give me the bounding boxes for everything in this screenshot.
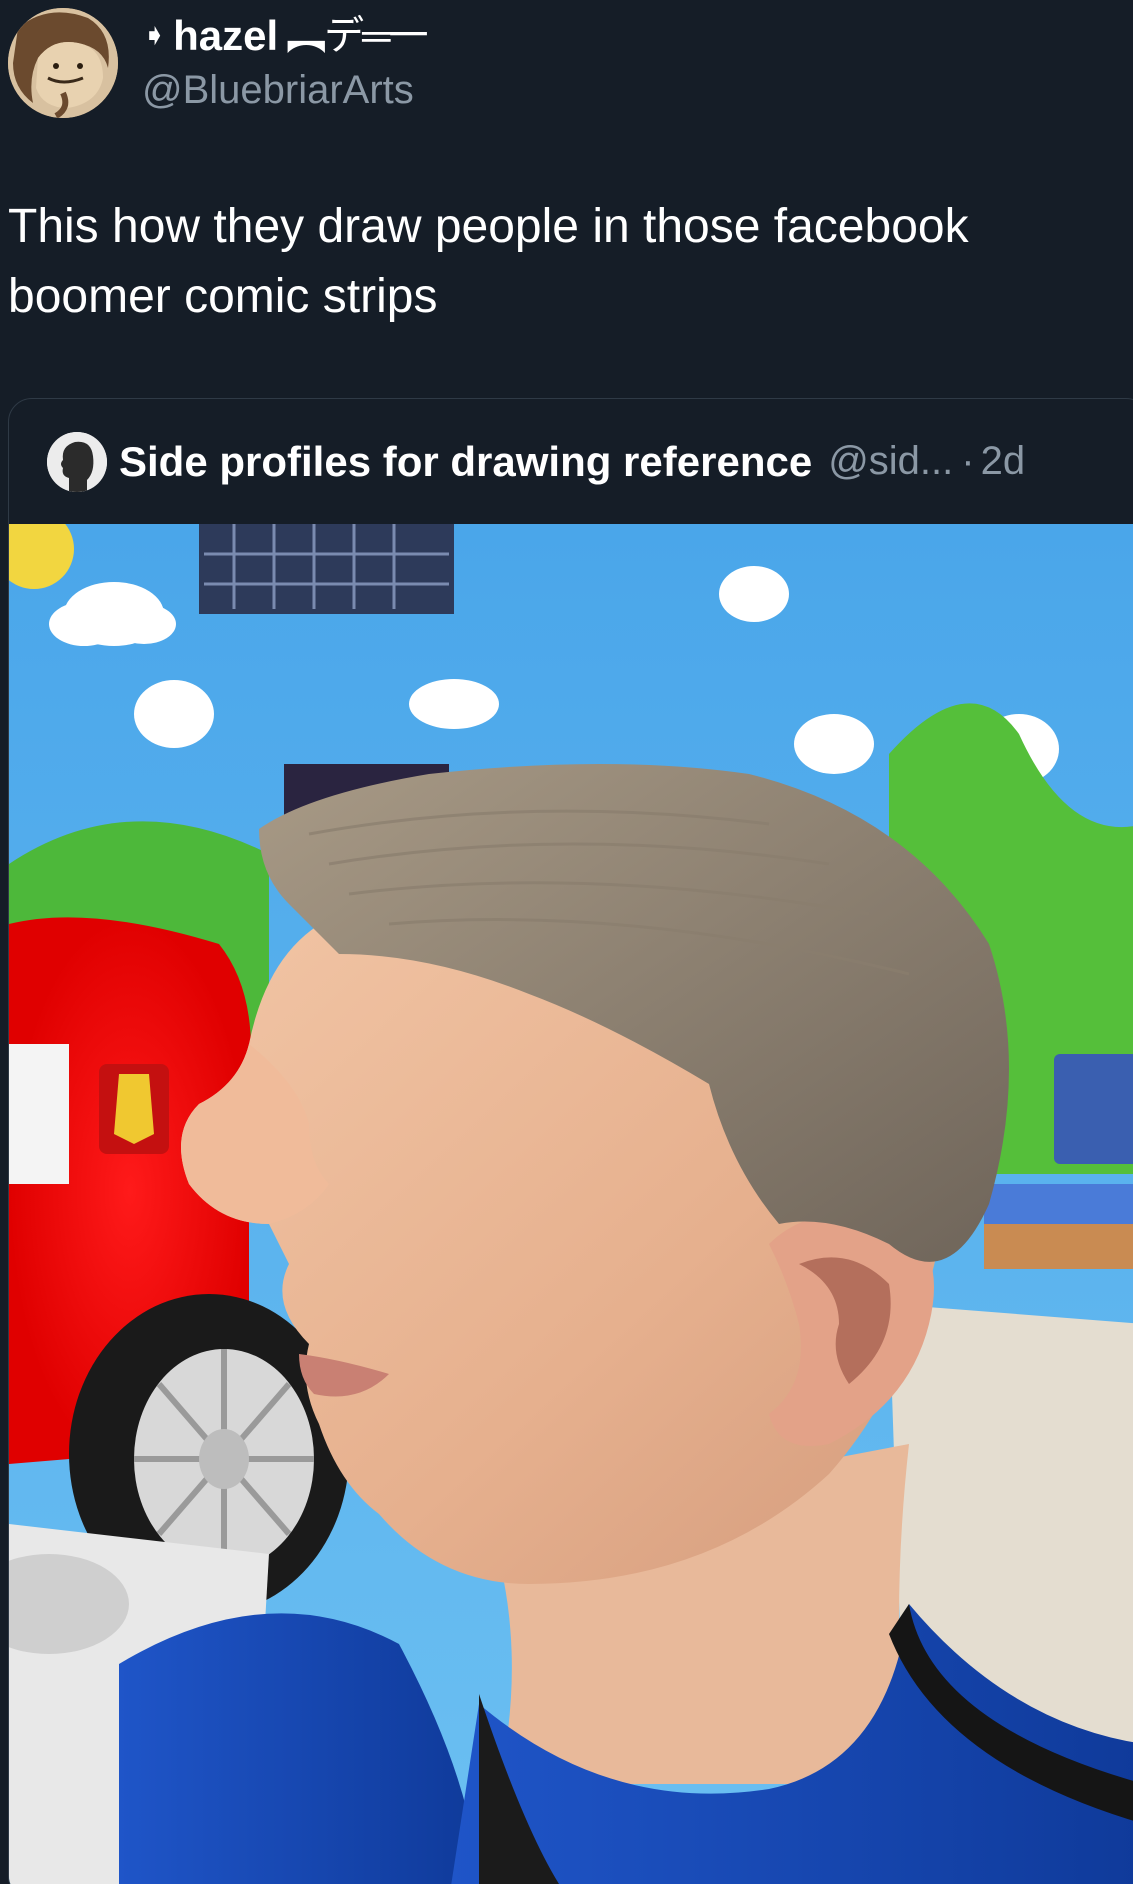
- quoted-tweet-header: Side profiles for drawing reference @sid…: [9, 399, 1133, 524]
- quoted-timestamp[interactable]: 2d: [981, 439, 1026, 484]
- author-handle[interactable]: @BluebriarArts: [142, 64, 427, 116]
- quoted-separator: ·: [961, 439, 975, 483]
- author-text: ➧ hazel ︻デ═一 @BluebriarArts: [142, 10, 429, 116]
- author-name-text: hazel: [173, 12, 279, 59]
- quoted-author-handle[interactable]: @sid...: [828, 439, 953, 484]
- avatar-illustration-icon: [8, 8, 118, 118]
- author-row[interactable]: ➧ hazel ︻デ═一 @BluebriarArts: [8, 8, 429, 118]
- author-name-decoration: ︻デ═一: [286, 14, 428, 58]
- author-avatar[interactable]: [8, 8, 118, 118]
- quoted-author-name[interactable]: Side profiles for drawing reference: [119, 438, 812, 486]
- quoted-tweet-card[interactable]: Side profiles for drawing reference @sid…: [8, 398, 1133, 1884]
- author-display-name[interactable]: ➧ hazel ︻デ═一: [142, 10, 429, 62]
- tweet-text: This how they draw people in those faceb…: [8, 200, 969, 323]
- quoted-media-photo[interactable]: [9, 524, 1133, 1884]
- photo-side-profile-icon: [9, 524, 1133, 1884]
- tweet-page: ➧ hazel ︻デ═一 @BluebriarArts This how the…: [0, 0, 1133, 1884]
- arrow-bullet-icon: ➧: [142, 19, 168, 52]
- quoted-author-avatar[interactable]: [47, 431, 107, 492]
- silhouette-profile-icon: [47, 431, 107, 492]
